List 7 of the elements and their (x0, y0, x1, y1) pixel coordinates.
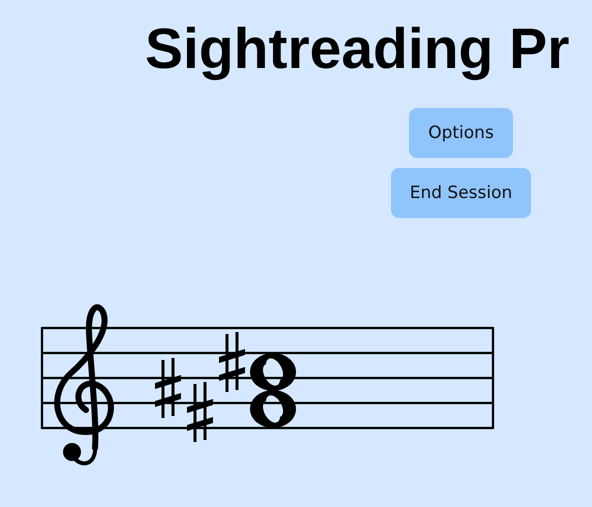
sharp-icon (219, 332, 245, 392)
menu-button[interactable]: Options (409, 108, 513, 158)
sharp-icon (155, 358, 181, 418)
page-title: Sightreading Pr (145, 16, 570, 82)
treble-clef-icon (54, 304, 114, 466)
menu-button[interactable]: End Session (390, 168, 532, 218)
sharp-icon (187, 382, 213, 442)
